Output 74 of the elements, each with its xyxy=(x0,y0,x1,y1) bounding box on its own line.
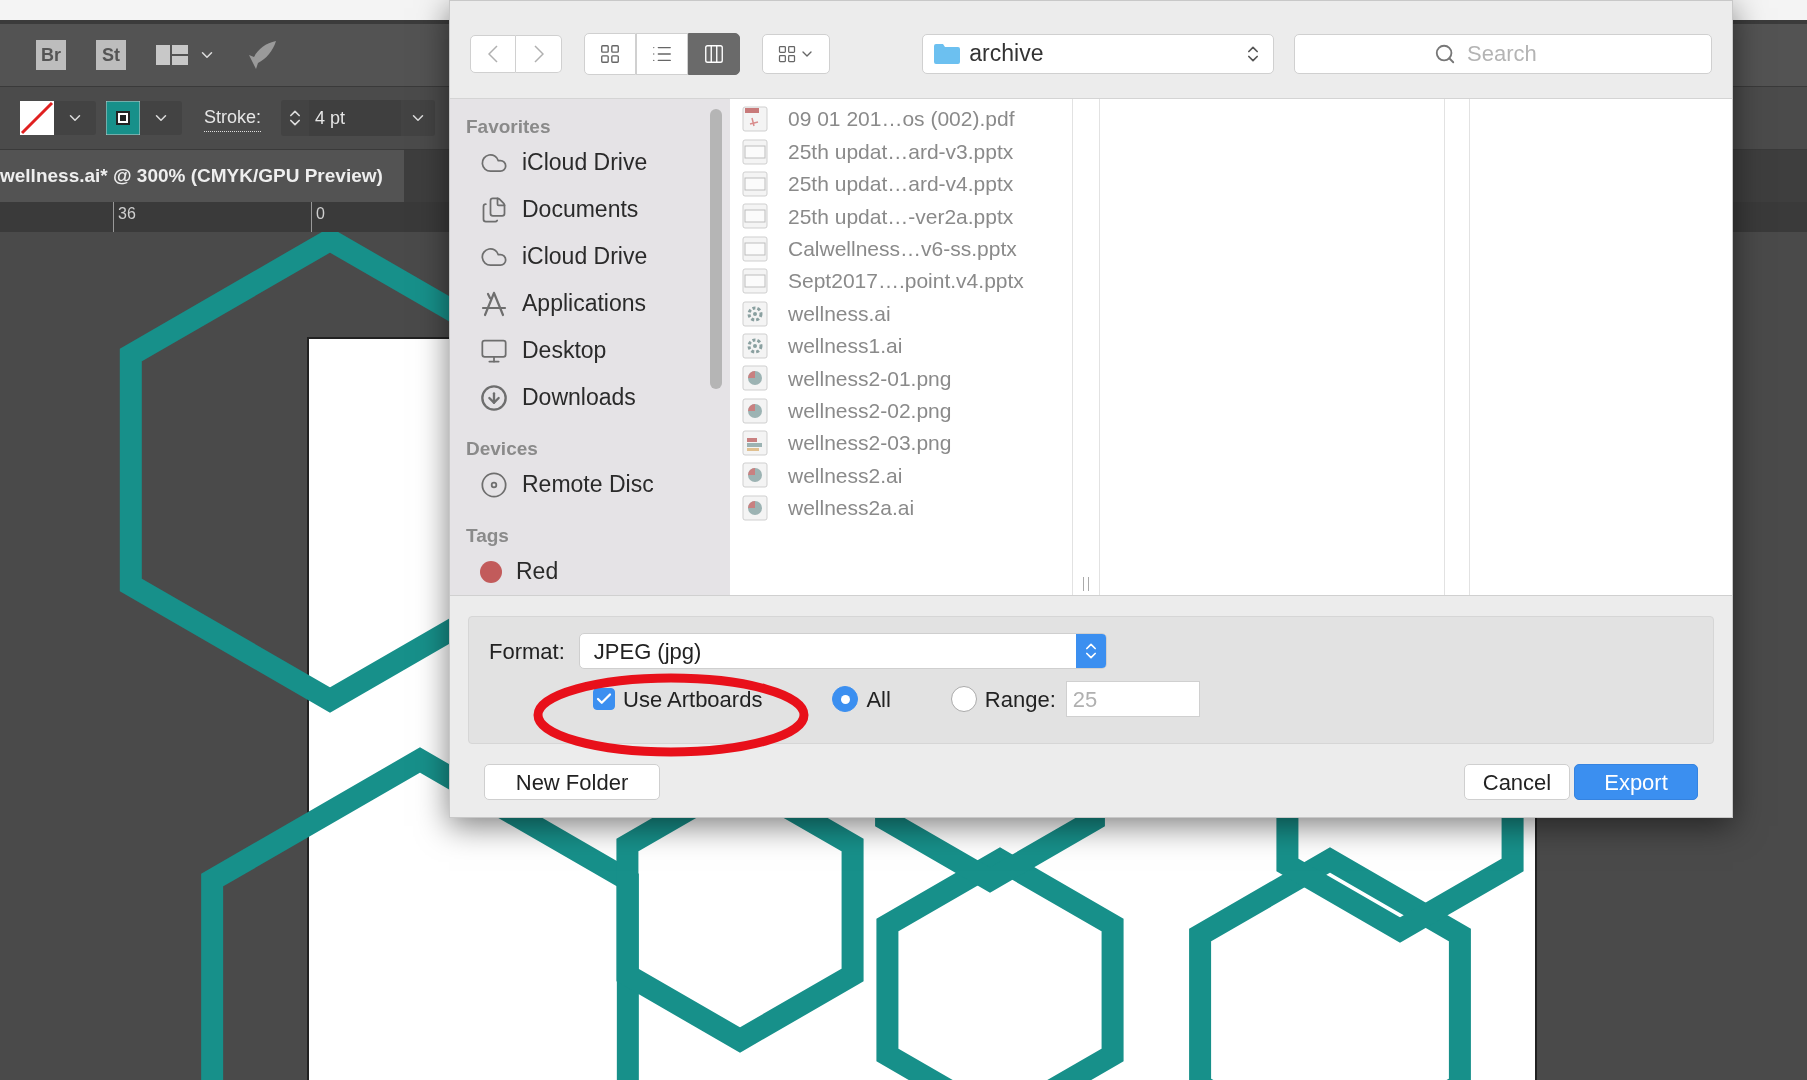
document-tab[interactable]: wellness.ai* @ 300% (CMYK/GPU Preview) xyxy=(0,150,404,202)
ruler-number: 0 xyxy=(311,202,325,232)
bar-chart-file-icon xyxy=(742,430,768,457)
stroke-weight-field[interactable]: 4 pt xyxy=(281,100,436,136)
sidebar-item[interactable]: Red xyxy=(466,548,730,595)
dialog-button[interactable]: Cancel xyxy=(1464,764,1570,800)
app-launch-button[interactable]: Br xyxy=(36,40,66,70)
radio-button[interactable] xyxy=(832,686,859,712)
sidebar-heading: Favorites xyxy=(466,115,552,139)
sidebar-item[interactable]: Downloads xyxy=(466,374,730,421)
view-mode-button[interactable] xyxy=(688,32,740,75)
disc-icon xyxy=(480,470,508,499)
range-radio[interactable]: All xyxy=(832,682,891,716)
dialog-button[interactable]: New Folder xyxy=(484,764,660,800)
sidebar-item[interactable]: Remote Disc xyxy=(466,461,730,508)
workspace-layout-icon[interactable] xyxy=(156,45,188,65)
ruler-number: 36 xyxy=(113,202,311,232)
stroke-swatch[interactable] xyxy=(106,101,140,135)
pie-chart-file-icon xyxy=(742,397,768,424)
sidebar-item[interactable]: iCloud Drive xyxy=(466,139,730,186)
grid-icon xyxy=(777,43,798,64)
file-item[interactable]: Sept2017….point.v4.pptx xyxy=(742,264,1072,298)
fill-none-swatch[interactable] xyxy=(20,101,54,135)
columns-icon xyxy=(703,42,725,65)
file-item[interactable]: 25th updat…ard-v3.pptx xyxy=(742,135,1072,168)
slide-file-icon xyxy=(742,268,768,295)
sidebar-item[interactable]: iCloud Drive xyxy=(466,233,730,280)
pie-chart-file-icon xyxy=(742,494,768,521)
search-icon xyxy=(1434,42,1456,65)
sidebar-item[interactable]: Desktop xyxy=(466,327,730,374)
file-item[interactable]: wellness.ai xyxy=(742,297,1072,330)
file-item[interactable]: 25th updat…ard-v4.pptx xyxy=(742,167,1072,201)
file-item[interactable]: wellness2.ai xyxy=(742,459,1072,492)
downloads-icon xyxy=(480,383,508,412)
sidebar-item[interactable]: Applications xyxy=(466,280,730,327)
documents-icon xyxy=(480,195,508,224)
gear-file-icon xyxy=(742,332,768,359)
file-item[interactable]: wellness2-03.png xyxy=(742,426,1072,460)
file-item[interactable]: Calwellness…v6-ss.pptx xyxy=(742,232,1072,265)
column-resize-handle[interactable] xyxy=(1083,577,1089,591)
folder-icon xyxy=(933,42,962,65)
pdf-file-icon xyxy=(742,106,768,133)
checkbox[interactable] xyxy=(593,688,615,710)
file-item[interactable]: wellness1.ai xyxy=(742,329,1072,363)
sidebar-item[interactable]: Documents xyxy=(466,186,730,233)
applications-icon xyxy=(480,289,508,318)
slide-file-icon xyxy=(742,170,768,197)
format-label: Format: xyxy=(489,637,565,666)
file-item[interactable]: 09 01 201…os (002).pdf xyxy=(742,103,1072,136)
chevron-left-icon xyxy=(488,44,498,63)
sidebar-heading: Tags xyxy=(466,524,510,548)
pie-chart-file-icon xyxy=(742,365,768,392)
file-item[interactable]: wellness2-02.png xyxy=(742,394,1072,427)
pie-chart-file-icon xyxy=(742,462,768,489)
stroke-label[interactable]: Stroke: xyxy=(204,104,262,132)
slide-file-icon xyxy=(742,138,768,165)
location-dropdown[interactable]: archive xyxy=(922,33,1274,74)
grid-icon xyxy=(599,42,621,65)
slide-file-icon xyxy=(742,235,768,262)
search-field[interactable]: Search xyxy=(1294,33,1712,74)
file-item[interactable]: wellness2a.ai xyxy=(742,491,1072,525)
file-item[interactable]: wellness2-01.png xyxy=(742,362,1072,395)
format-dropdown[interactable]: JPEG (jpg) xyxy=(578,633,1107,669)
scrollbar-thumb[interactable] xyxy=(710,109,722,389)
file-item[interactable]: 25th updat…-ver2a.pptx xyxy=(742,200,1072,233)
gear-file-icon xyxy=(742,300,768,327)
range-radio[interactable]: Range: xyxy=(950,682,1056,716)
group-by-button[interactable] xyxy=(762,33,831,74)
radio-button[interactable] xyxy=(950,686,977,712)
sidebar-heading: Devices xyxy=(466,437,539,461)
chevron-right-icon xyxy=(533,44,544,63)
stroke-weight-value: 4 pt xyxy=(309,100,402,136)
slide-file-icon xyxy=(742,203,768,230)
app-launch-button[interactable]: St xyxy=(96,40,126,70)
